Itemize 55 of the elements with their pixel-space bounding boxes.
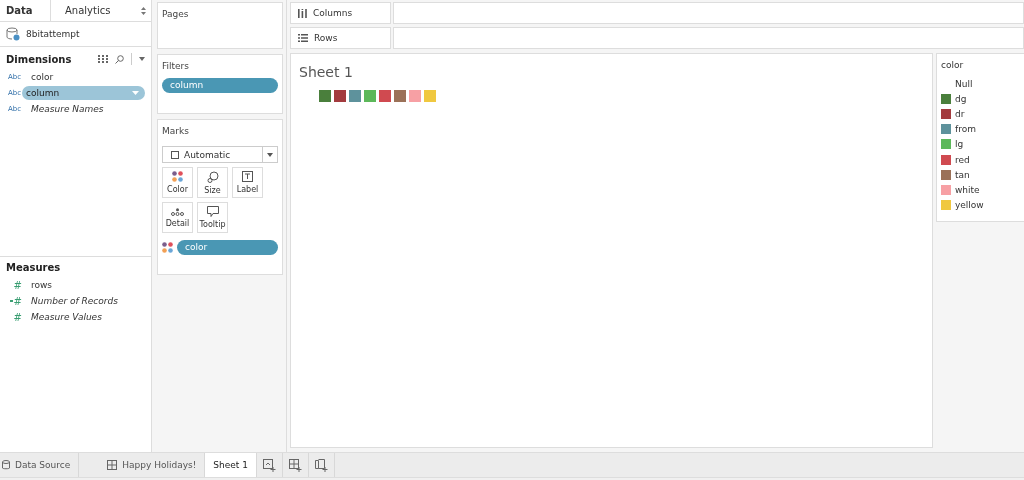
legend-label: tan [955, 169, 970, 180]
card-title: Pages [162, 9, 190, 19]
shelf-label: Columns [313, 8, 353, 18]
columns-icon [298, 8, 307, 18]
grid-icon [107, 460, 118, 470]
card-title: Marks [162, 126, 190, 136]
database-icon [6, 27, 20, 41]
text-box-icon [242, 171, 253, 182]
square-icon [171, 150, 179, 159]
grid-view-icon[interactable] [98, 55, 108, 63]
number-type-icon: # [13, 311, 22, 323]
mark-property-button[interactable]: Size [197, 167, 228, 198]
mark-property-button[interactable]: Color [162, 167, 193, 198]
number-type-icon: # [13, 295, 22, 307]
number-type-icon: # [13, 279, 22, 291]
legend-label: dr [955, 108, 965, 119]
datasource-name[interactable]: 8bitattempt [26, 29, 80, 39]
legend-label: from [955, 124, 976, 135]
mark-property-button[interactable]: Detail [162, 202, 193, 233]
legend-label: Null [955, 78, 973, 89]
detail-dots-icon [171, 207, 184, 216]
sheet-title: Sheet 1 [299, 64, 354, 80]
dimension-field[interactable]: column [22, 86, 145, 100]
new-dashboard-icon [288, 458, 302, 472]
dimension-field[interactable]: Measure Names [27, 102, 108, 116]
section-title: Measures [6, 262, 61, 273]
database-icon [2, 460, 10, 470]
sheet-tab[interactable]: Sheet 1 [205, 453, 257, 477]
new-worksheet-icon [262, 458, 276, 472]
size-shapes-icon [206, 170, 219, 183]
sort-arrows-icon[interactable] [141, 6, 146, 15]
legend-title: color [941, 60, 965, 70]
legend-label: red [955, 154, 970, 165]
new-story-icon [314, 458, 328, 472]
mark-property-button[interactable]: Tooltip [197, 202, 228, 233]
color-dots-icon [172, 171, 183, 182]
section-title: Dimensions [6, 53, 72, 65]
shelf-label: Rows [314, 33, 338, 43]
rows-icon [298, 34, 308, 42]
dimension-field[interactable]: color [27, 70, 58, 84]
legend-label: lg [955, 139, 964, 150]
legend-label: yellow [955, 200, 984, 211]
card-title: Filters [162, 61, 190, 71]
legend-label: dg [955, 93, 967, 104]
search-icon[interactable] [115, 54, 124, 64]
mark-type-dropdown[interactable]: Automatic [162, 146, 278, 163]
color-dots-icon [162, 242, 173, 253]
measure-field[interactable]: Measure Values [27, 310, 106, 324]
dropdown-icon[interactable] [139, 57, 145, 61]
measure-field[interactable]: Number of Records [27, 294, 122, 308]
measure-field[interactable]: rows [27, 278, 57, 292]
legend-label: white [955, 184, 980, 195]
speech-bubble-icon [206, 206, 219, 217]
mark-property-button[interactable]: Label [232, 167, 263, 198]
caret-icon [267, 152, 273, 157]
